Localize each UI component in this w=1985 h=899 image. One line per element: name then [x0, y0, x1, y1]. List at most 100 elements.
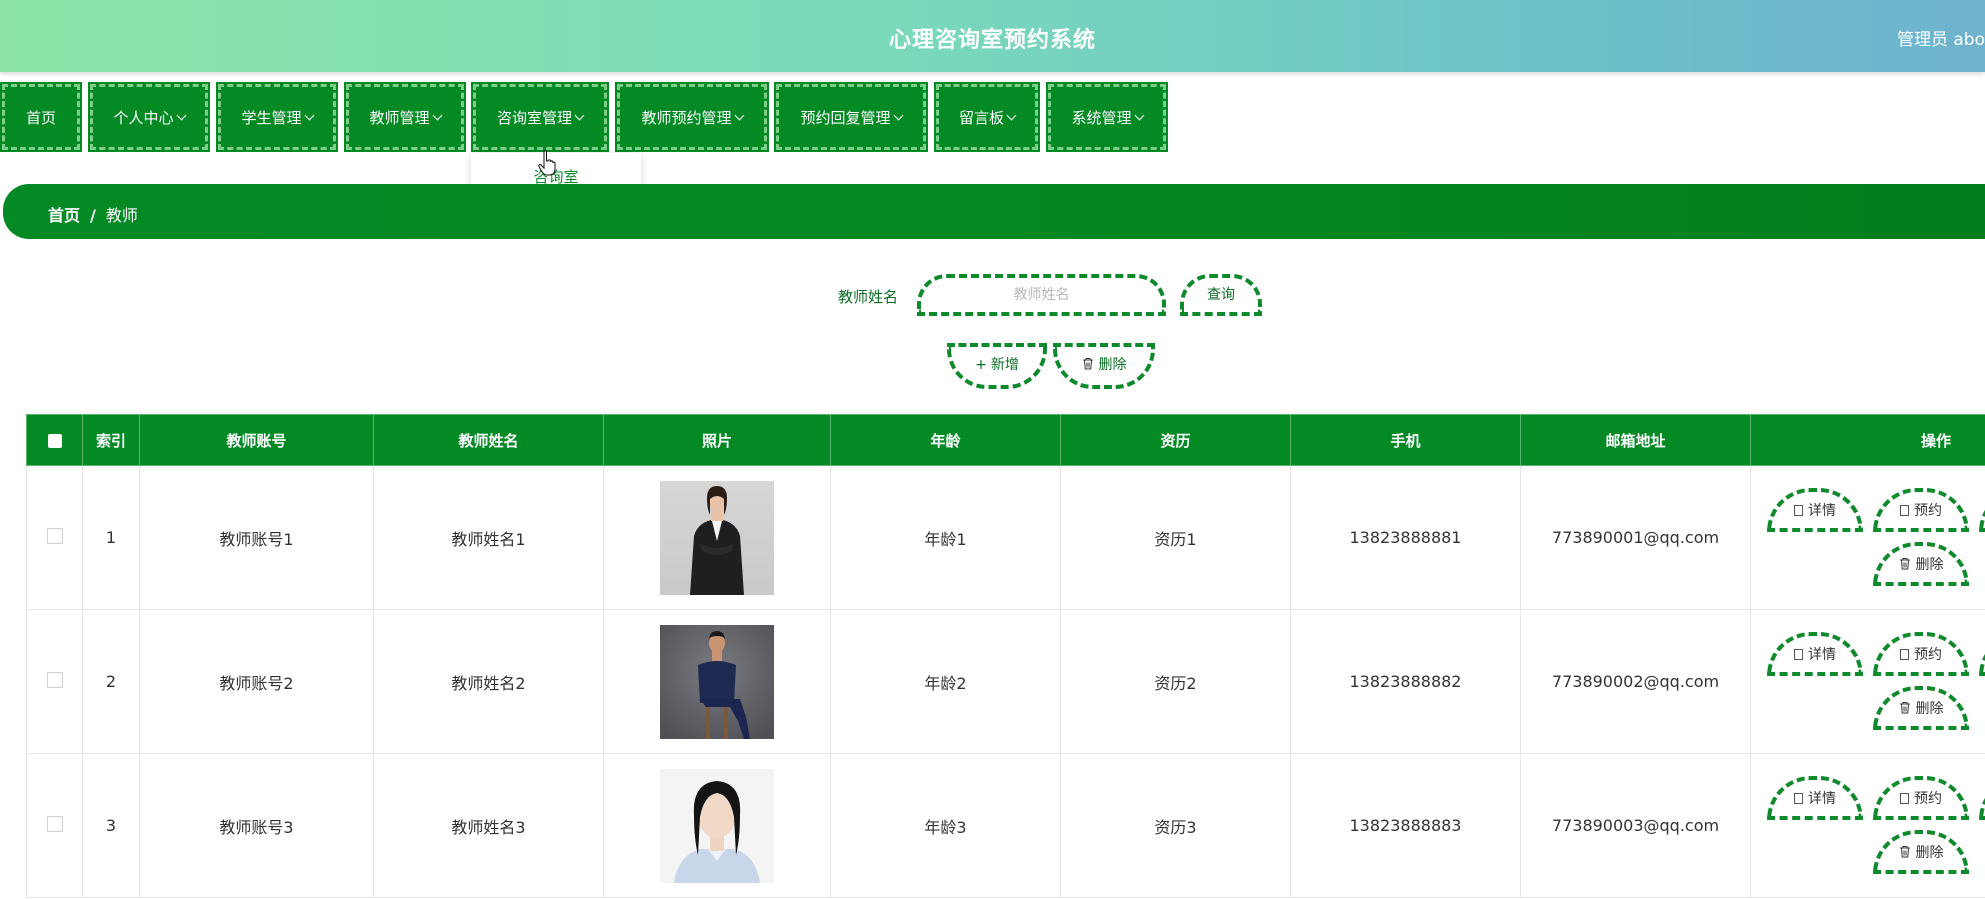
breadcrumb-home[interactable]: 首页: [48, 206, 80, 225]
cell-index: 3: [82, 753, 140, 898]
delete-button[interactable]: 删除: [1053, 343, 1155, 389]
teacher-photo[interactable]: [660, 624, 774, 739]
row-checkbox[interactable]: [46, 527, 63, 544]
delete-row-button[interactable]: 删除: [1873, 542, 1969, 586]
cell-qualification: 资历3: [1060, 753, 1291, 898]
search-input[interactable]: 教师姓名: [917, 274, 1166, 316]
detail-button-label: 详情: [1808, 791, 1836, 807]
breadcrumb-separator: /: [90, 206, 96, 225]
column-header: 手机: [1290, 414, 1521, 466]
nav-item-room-management[interactable]: 咨询室管理: [471, 82, 609, 152]
detail-button[interactable]: 详情: [1767, 632, 1863, 676]
detail-button[interactable]: 详情: [1767, 776, 1863, 820]
chevron-down-icon: [1006, 110, 1017, 120]
table-row: 3 教师账号3 教师姓名3 年龄3 资历3 13823888883 773890…: [26, 753, 1985, 898]
cell-name: 教师姓名1: [373, 465, 604, 610]
cell-name: 教师姓名3: [373, 753, 604, 898]
nav-label: 教师预约管理: [641, 108, 732, 127]
chevron-down-icon: [734, 110, 744, 120]
book-button[interactable]: 预约: [1873, 776, 1969, 820]
document-icon: [1794, 649, 1803, 660]
cell-email: 773890001@qq.com: [1520, 465, 1751, 610]
nav-item-reply-management[interactable]: 预约回复管理: [774, 82, 928, 152]
cell-account: 教师账号3: [139, 753, 374, 898]
cell-email: 773890003@qq.com: [1520, 753, 1751, 898]
cell-account: 教师账号1: [139, 465, 374, 610]
column-header: 照片: [603, 414, 831, 466]
document-icon: [1794, 505, 1803, 516]
detail-button-label: 详情: [1808, 647, 1836, 663]
chevron-down-icon: [304, 110, 314, 120]
trash-icon: [1899, 558, 1910, 570]
cell-name: 教师姓名2: [373, 609, 604, 754]
cell-email: 773890002@qq.com: [1520, 609, 1751, 754]
teacher-photo[interactable]: [660, 768, 774, 883]
cell-phone: 13823888883: [1290, 753, 1521, 898]
select-all-checkbox[interactable]: [47, 433, 62, 448]
nav-label: 留言板: [958, 108, 1004, 127]
nav-label: 系统管理: [1071, 108, 1132, 127]
document-icon: [1900, 793, 1909, 804]
cell-phone: 13823888881: [1290, 465, 1521, 610]
book-button-label: 预约: [1914, 791, 1942, 807]
select-all-header[interactable]: [26, 414, 83, 466]
cell-age: 年龄1: [830, 465, 1061, 610]
delete-button-label: 删除: [1098, 357, 1127, 373]
hand-cursor-icon: [538, 150, 556, 176]
nav-item-teacher-management[interactable]: 教师管理: [344, 82, 466, 152]
detail-button[interactable]: 详情: [1767, 488, 1863, 532]
more-button[interactable]: [1979, 632, 1985, 676]
nav-item-appointment-management[interactable]: 教师预约管理: [615, 82, 769, 152]
nav-item-home[interactable]: 首页: [0, 82, 82, 152]
table-row: 1 教师账号1 教师姓名1 年龄1 资历1 13823888881 773890…: [26, 465, 1985, 610]
cell-actions: 详情 预约 删除: [1750, 753, 1985, 898]
cell-qualification: 资历1: [1060, 465, 1291, 610]
book-button-label: 预约: [1914, 647, 1942, 663]
nav-item-student-management[interactable]: 学生管理: [216, 82, 338, 152]
row-checkbox-cell[interactable]: [26, 753, 83, 898]
admin-user-label[interactable]: 管理员 abo: [1897, 25, 1985, 50]
cell-photo: [603, 465, 831, 610]
more-button[interactable]: [1979, 488, 1985, 532]
book-button[interactable]: 预约: [1873, 488, 1969, 532]
column-header: 操作: [1750, 414, 1985, 466]
nav-label: 学生管理: [241, 108, 302, 127]
row-checkbox-cell[interactable]: [26, 609, 83, 754]
more-button[interactable]: [1979, 776, 1985, 820]
document-icon: [1900, 649, 1909, 660]
delete-row-button-label: 删除: [1915, 845, 1944, 861]
book-button[interactable]: 预约: [1873, 632, 1969, 676]
chevron-down-icon: [176, 110, 186, 120]
top-header: 心理咨询室预约系统 管理员 abo: [0, 0, 1985, 72]
column-header: 教师姓名: [373, 414, 604, 466]
nav-label: 个人中心: [113, 108, 174, 127]
trash-icon: [1899, 846, 1910, 858]
delete-row-button-label: 删除: [1915, 701, 1944, 717]
row-checkbox-cell[interactable]: [26, 465, 83, 610]
nav-item-personal-center[interactable]: 个人中心: [88, 82, 210, 152]
query-button[interactable]: 查询: [1180, 274, 1262, 316]
delete-row-button-label: 删除: [1915, 557, 1944, 573]
chevron-down-icon: [893, 110, 903, 120]
detail-button-label: 详情: [1808, 503, 1836, 519]
delete-row-button[interactable]: 删除: [1873, 830, 1969, 874]
row-checkbox[interactable]: [46, 815, 63, 832]
chevron-down-icon: [574, 110, 585, 120]
nav-item-message-board[interactable]: 留言板: [934, 82, 1040, 152]
column-header: 年龄: [830, 414, 1061, 466]
app-title: 心理咨询室预约系统: [888, 28, 1096, 53]
chevron-down-icon: [1134, 110, 1144, 120]
row-checkbox[interactable]: [46, 671, 63, 688]
cell-phone: 13823888882: [1290, 609, 1521, 754]
nav-item-system-management[interactable]: 系统管理: [1046, 82, 1168, 152]
column-header: 索引: [82, 414, 140, 466]
nav-label: 咨询室管理: [496, 108, 572, 127]
breadcrumb-bar: 首页 / 教师: [3, 184, 1985, 239]
add-button[interactable]: + 新增: [947, 343, 1047, 389]
trash-icon: [1899, 702, 1910, 714]
cell-index: 2: [82, 609, 140, 754]
delete-row-button[interactable]: 删除: [1873, 686, 1969, 730]
column-header: 邮箱地址: [1520, 414, 1751, 466]
teacher-photo[interactable]: [660, 480, 774, 595]
plus-icon: +: [975, 357, 987, 373]
